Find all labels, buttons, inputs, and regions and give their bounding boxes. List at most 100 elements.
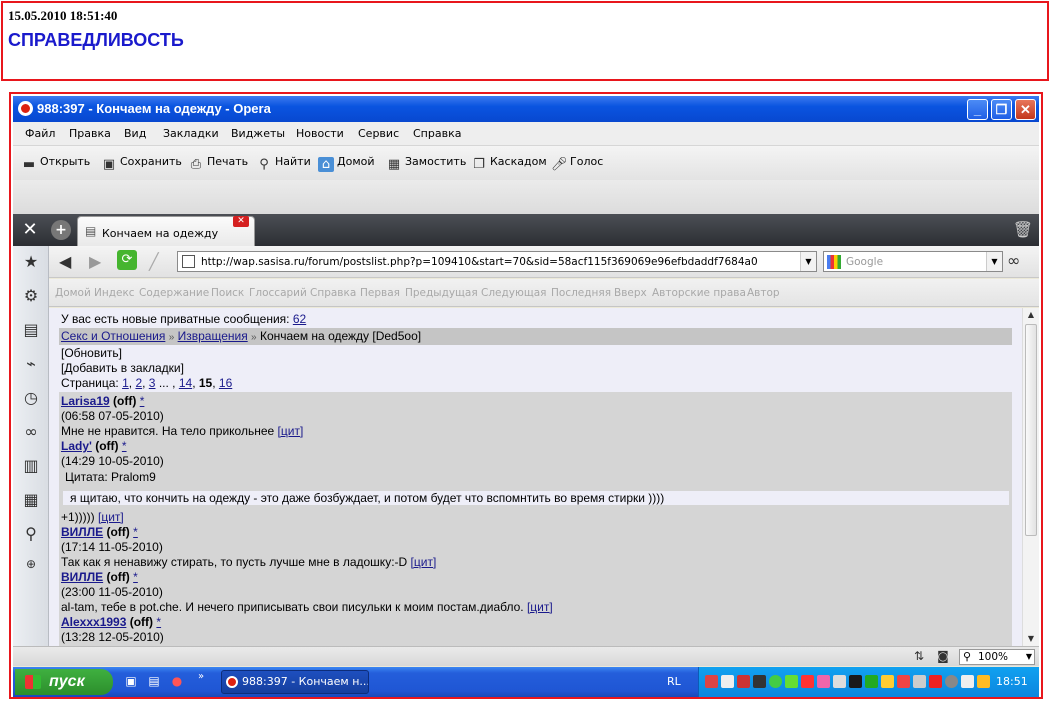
camera-icon[interactable]: ◙ — [933, 649, 953, 665]
tray-icon[interactable] — [897, 675, 910, 688]
nav-up[interactable]: Вверх — [614, 287, 647, 299]
refresh-link[interactable]: [Обновить] — [61, 346, 122, 360]
cascade-button[interactable]: ❐ Каскадом — [471, 155, 546, 172]
search-field[interactable]: Google ▼ — [823, 251, 1003, 272]
menu-edit[interactable]: Правка — [69, 127, 111, 140]
maximize-button[interactable]: ❐ — [991, 99, 1012, 120]
nav-search[interactable]: Поиск — [211, 287, 244, 299]
star-link[interactable]: * — [122, 439, 127, 453]
post-author-link[interactable]: ВИЛЛЕ — [61, 570, 103, 584]
vertical-scrollbar[interactable]: ▲ ▼ — [1022, 308, 1039, 646]
menu-news[interactable]: Новости — [296, 127, 344, 140]
tray-icon[interactable] — [945, 675, 958, 688]
tray-icon[interactable] — [721, 675, 734, 688]
menu-bookmarks[interactable]: Закладки — [163, 127, 219, 140]
new-tab-button[interactable]: + — [51, 220, 71, 240]
search-dropdown-icon[interactable]: ▼ — [986, 252, 1002, 271]
home-button[interactable]: ⌂ Домой — [318, 155, 375, 172]
transfers-icon[interactable]: ▦ — [21, 490, 41, 510]
menu-view[interactable]: Вид — [124, 127, 146, 140]
menu-widgets[interactable]: Виджеты — [231, 127, 285, 140]
tray-icon[interactable] — [977, 675, 990, 688]
page-link-3[interactable]: 3 — [149, 376, 156, 390]
tray-icon[interactable] — [817, 675, 830, 688]
feeds-icon[interactable]: ⌁ — [21, 354, 41, 374]
menu-tools[interactable]: Сервис — [358, 127, 399, 140]
scroll-down-icon[interactable]: ▼ — [1023, 632, 1039, 646]
nav-glossary[interactable]: Глоссарий — [249, 287, 307, 299]
voice-button[interactable]: 🎤︎ Голос — [551, 155, 603, 172]
nav-last[interactable]: Последняя — [551, 287, 611, 299]
tray-icon[interactable] — [753, 675, 766, 688]
nav-previous[interactable]: Предыдущая — [405, 287, 478, 299]
star-link[interactable]: * — [156, 615, 161, 629]
cite-link[interactable]: [цит] — [527, 600, 553, 614]
chat-icon[interactable]: ▤ — [21, 320, 41, 340]
nav-home[interactable]: Домой — [55, 287, 91, 299]
tray-icon[interactable] — [833, 675, 846, 688]
tray-icon[interactable] — [801, 675, 814, 688]
save-button[interactable]: ▣ Сохранить — [101, 155, 182, 172]
post-author-link[interactable]: ВИЛЛЕ — [61, 525, 103, 539]
cite-link[interactable]: [цит] — [98, 510, 124, 524]
url-field[interactable]: http://wap.sasisa.ru/forum/postslist.php… — [177, 251, 817, 272]
links-icon[interactable]: ∞ — [21, 422, 41, 442]
wand-icon[interactable]: ╱ — [149, 252, 159, 271]
cite-link[interactable]: [цит] — [411, 555, 437, 569]
nav-first[interactable]: Первая — [360, 287, 400, 299]
find-button[interactable]: ⚲ Найти — [256, 155, 310, 172]
print-button[interactable]: ⎙ Печать — [188, 155, 248, 172]
nav-help[interactable]: Справка — [310, 287, 356, 299]
taskbar-window-button[interactable]: 988:397 - Кончаем н... — [221, 670, 369, 694]
gear-icon[interactable]: ⚙ — [21, 286, 41, 306]
tray-icon[interactable] — [881, 675, 894, 688]
private-count-link[interactable]: 62 — [293, 312, 306, 326]
quicklaunch-icon[interactable]: ▤ — [146, 674, 162, 690]
cite-link[interactable]: [цит] — [278, 424, 304, 438]
tools-icon[interactable]: ✕ — [13, 214, 47, 246]
post-author-link[interactable]: Alexxx1993 — [61, 615, 126, 629]
network-icon[interactable]: ⇅ — [909, 649, 929, 665]
nav-contents[interactable]: Содержание — [139, 287, 209, 299]
search-panel-icon[interactable]: ⚲ — [21, 524, 41, 544]
menu-file[interactable]: Файл — [25, 127, 55, 140]
nav-index[interactable]: Индекс — [94, 287, 135, 299]
history-clock-icon[interactable]: ◷ — [21, 388, 41, 408]
crumb-section-link[interactable]: Секс и Отношения — [61, 329, 165, 343]
start-button[interactable]: пуск — [15, 669, 113, 695]
add-bookmark-link[interactable]: [Добавить в закладки] — [61, 361, 184, 375]
bookmarks-star-icon[interactable]: ★ — [21, 252, 41, 272]
notes-icon[interactable]: ▥ — [21, 456, 41, 476]
opera-quicklaunch-icon[interactable]: ● — [169, 674, 185, 690]
tray-icon[interactable] — [785, 675, 798, 688]
glasses-icon[interactable]: ∞ — [1007, 251, 1020, 270]
tray-icon[interactable] — [865, 675, 878, 688]
close-tab-icon[interactable]: ✕ — [233, 216, 249, 227]
minimize-button[interactable]: _ — [967, 99, 988, 120]
scroll-up-icon[interactable]: ▲ — [1023, 308, 1039, 322]
nav-next[interactable]: Следующая — [481, 287, 546, 299]
post-author-link[interactable]: Lady' — [61, 439, 92, 453]
tile-button[interactable]: ▦ Замостить — [386, 155, 466, 172]
nav-author[interactable]: Автор — [747, 287, 780, 299]
title-bar[interactable]: 988:397 - Кончаем на одежду - Opera _ ❐ … — [13, 96, 1039, 122]
tray-icon[interactable] — [961, 675, 974, 688]
post-author-link[interactable]: Larisa19 — [61, 394, 110, 408]
page-link-16[interactable]: 16 — [219, 376, 232, 390]
close-button[interactable]: ✕ — [1015, 99, 1036, 120]
tab-active[interactable]: ▤ Кончаем на одежду ✕ — [77, 216, 255, 246]
nav-copyright[interactable]: Авторские права — [652, 287, 746, 299]
tray-icon[interactable] — [849, 675, 862, 688]
star-link[interactable]: * — [133, 570, 138, 584]
tray-icon[interactable] — [737, 675, 750, 688]
add-panel-icon[interactable]: ⊕ — [21, 554, 41, 574]
crumb-subsection-link[interactable]: Извращения — [178, 329, 248, 343]
zoom-select[interactable]: ⚲ 100% ▼ — [959, 649, 1035, 665]
forward-arrow-icon[interactable]: ▶ — [89, 252, 101, 271]
tray-icon[interactable] — [769, 675, 782, 688]
tray-icon[interactable] — [913, 675, 926, 688]
quicklaunch-icon[interactable]: ▣ — [123, 674, 139, 690]
menu-help[interactable]: Справка — [413, 127, 461, 140]
page-link-2[interactable]: 2 — [135, 376, 142, 390]
tray-icon[interactable] — [705, 675, 718, 688]
